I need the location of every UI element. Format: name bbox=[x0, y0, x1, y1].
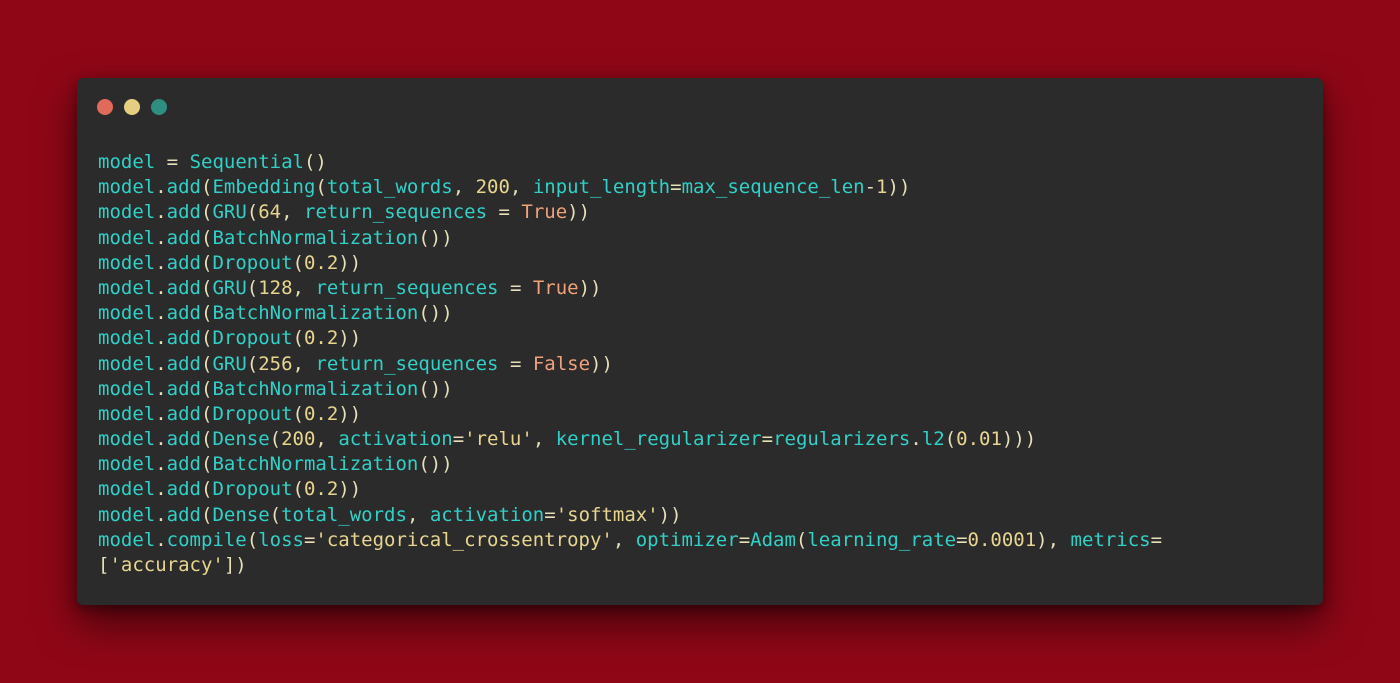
close-dot-icon[interactable] bbox=[97, 99, 113, 115]
minimize-dot-icon[interactable] bbox=[124, 99, 140, 115]
code-line: model.add(GRU(64, return_sequences = Tru… bbox=[98, 201, 591, 224]
code-line: model.add(BatchNormalization()) bbox=[98, 226, 453, 249]
code-window: model = Sequential() model.add(Embedding(… bbox=[77, 78, 1323, 605]
code-line: model.add(GRU(256, return_sequences = Fa… bbox=[98, 352, 613, 375]
code-line: model.compile(loss='categorical_crossent… bbox=[98, 528, 1163, 551]
code-line: model.add(BatchNormalization()) bbox=[98, 302, 453, 325]
zoom-dot-icon[interactable] bbox=[151, 99, 167, 115]
code-line: model.add(Dense(total_words, activation=… bbox=[98, 503, 682, 526]
code-line: model = Sequential() bbox=[98, 151, 327, 173]
code-line: ['accuracy']) bbox=[98, 554, 247, 576]
code-line: model.add(Dropout(0.2)) bbox=[98, 478, 362, 501]
code-line: model.add(Dense(200, activation='relu', … bbox=[98, 428, 1037, 451]
code-line: model.add(Embedding(total_words, 200, in… bbox=[98, 176, 911, 199]
code-line: model.add(BatchNormalization()) bbox=[98, 377, 453, 400]
code-line: model.add(GRU(128, return_sequences = Tr… bbox=[98, 276, 602, 299]
code-line: model.add(Dropout(0.2)) bbox=[98, 402, 362, 425]
code-block: model = Sequential() model.add(Embedding(… bbox=[98, 150, 1162, 578]
code-line: model.add(Dropout(0.2)) bbox=[98, 327, 362, 350]
code-line: model.add(BatchNormalization()) bbox=[98, 453, 453, 476]
code-line: model.add(Dropout(0.2)) bbox=[98, 251, 362, 274]
